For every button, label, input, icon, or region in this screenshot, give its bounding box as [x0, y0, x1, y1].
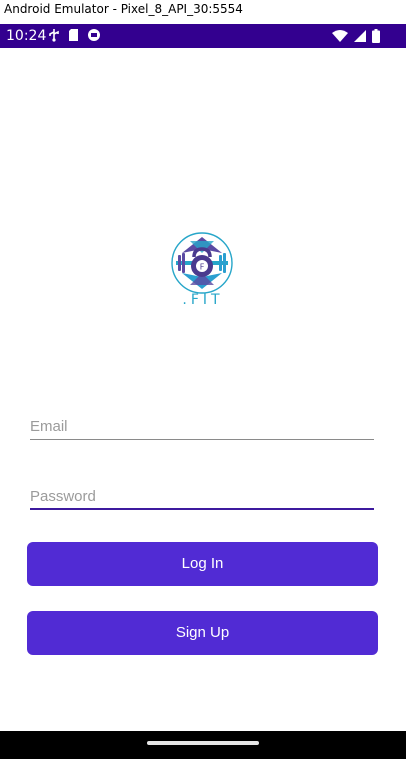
navigation-bar: [0, 731, 406, 759]
status-icons-right: [332, 29, 380, 43]
login-button[interactable]: Log In: [27, 542, 378, 586]
sd-card-icon: [68, 28, 79, 42]
password-underline: [30, 508, 374, 510]
sync-icon: [87, 28, 101, 42]
email-field[interactable]: [30, 414, 374, 438]
status-time: 10:24: [6, 28, 47, 44]
signup-button[interactable]: Sign Up: [27, 611, 378, 655]
usb-debug-icon: [48, 28, 60, 42]
status-icons-left: [48, 28, 101, 42]
wifi-icon: [332, 30, 348, 42]
home-gesture-handle[interactable]: [147, 741, 259, 745]
kettlebell-logo-icon: F: [170, 231, 234, 295]
app-name-logo-text: .FIT: [182, 292, 224, 308]
email-underline: [30, 439, 374, 440]
login-screen: F .FIT Log In Sign Up: [0, 48, 406, 731]
password-field[interactable]: [30, 484, 374, 508]
svg-text:F: F: [200, 263, 205, 272]
battery-icon: [372, 29, 380, 43]
signal-icon: [354, 30, 366, 42]
emulator-window-title: Android Emulator - Pixel_8_API_30:5554: [0, 0, 406, 24]
status-bar: 10:24: [0, 24, 406, 48]
